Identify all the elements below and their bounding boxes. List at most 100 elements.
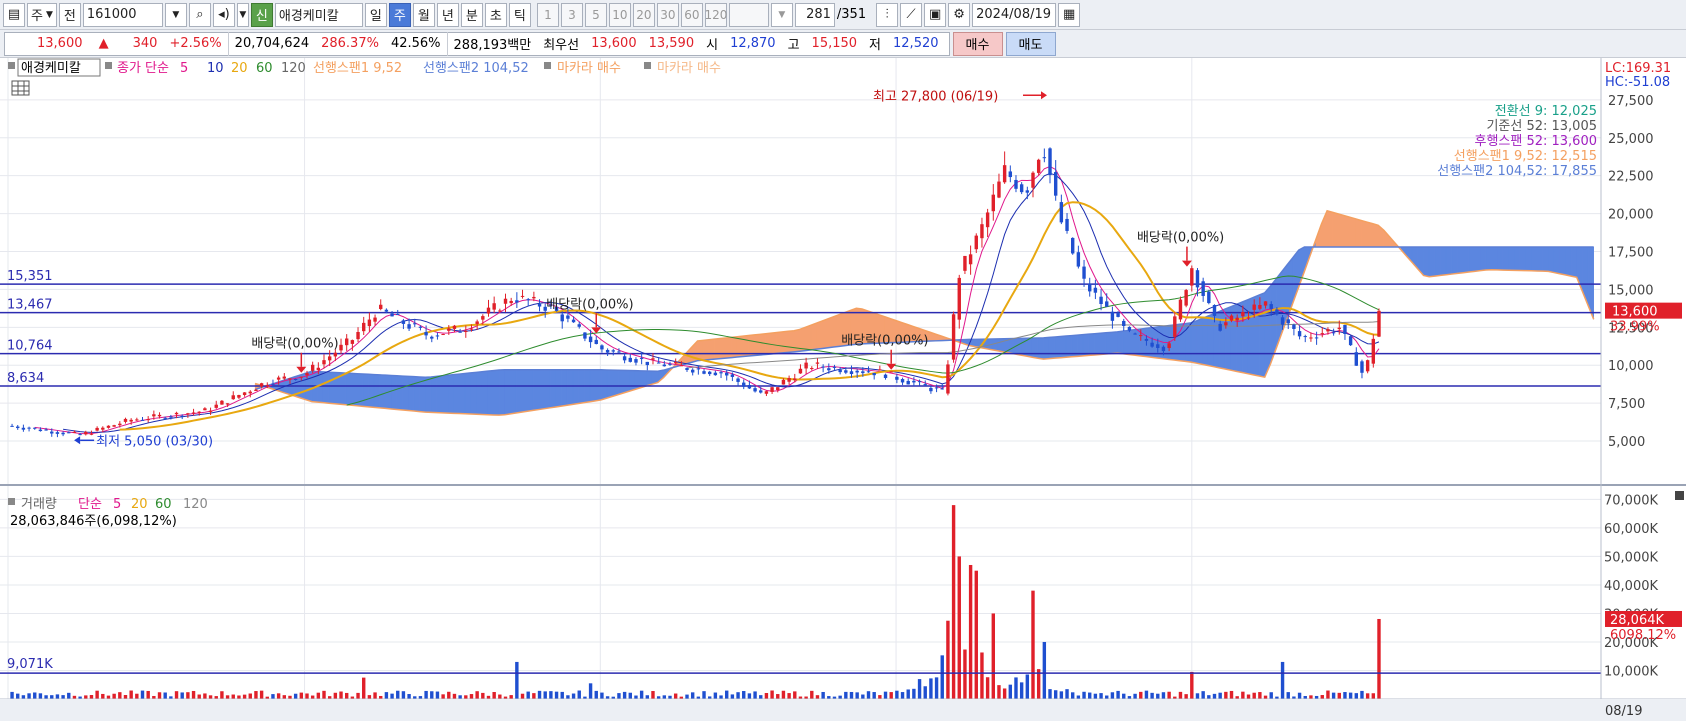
period-tab-5[interactable]: 초 xyxy=(484,2,507,27)
cloud-segment xyxy=(504,369,511,416)
period-tab-6[interactable]: 틱 xyxy=(508,2,531,27)
custom-interval-dropdown-icon[interactable]: ▼ xyxy=(770,2,793,27)
period-tab-3[interactable]: 년 xyxy=(436,2,459,27)
candle-body xyxy=(872,372,876,376)
cloud-segment xyxy=(351,373,358,407)
volume-bar xyxy=(1207,695,1211,699)
volume-bar xyxy=(276,693,281,699)
interval-button-1[interactable]: 3 xyxy=(560,2,583,27)
layout-icon[interactable]: ▤ xyxy=(3,2,25,27)
volume-bar xyxy=(770,690,774,699)
volume-legend-name: 거래량 xyxy=(21,497,57,512)
save-icon[interactable]: ▣ xyxy=(924,2,947,27)
candle-body xyxy=(1348,336,1353,346)
candle-body xyxy=(759,390,763,393)
hc-label: HC:-51.08 xyxy=(1605,75,1670,90)
cloud-segment xyxy=(612,369,619,397)
cloud-segment xyxy=(1122,330,1129,355)
volume-bar xyxy=(662,695,667,699)
volume-bar xyxy=(225,695,230,699)
prev-button[interactable]: 전 xyxy=(58,2,81,27)
volume-bar xyxy=(452,693,457,699)
candle-body xyxy=(810,368,814,370)
sell-button[interactable]: 매도 xyxy=(1005,31,1056,56)
volume-bar xyxy=(424,690,428,699)
search-icon[interactable]: ⌕ xyxy=(188,2,211,27)
volume-bar xyxy=(163,692,167,699)
interval-button-7[interactable]: 120 xyxy=(704,2,727,27)
period-tab-2[interactable]: 월 xyxy=(412,2,435,27)
period-tab-0[interactable]: 일 xyxy=(364,2,387,27)
count-input[interactable]: 281 xyxy=(794,2,835,27)
candle-body xyxy=(481,316,485,320)
candle-body xyxy=(27,427,31,429)
interval-button-3[interactable]: 10 xyxy=(608,2,631,27)
date-input[interactable]: 2024/08/19 xyxy=(972,2,1057,27)
candle-body xyxy=(191,412,196,414)
candle-body xyxy=(84,431,88,435)
candle-body xyxy=(492,303,496,310)
volume-bar xyxy=(407,694,411,699)
volume-bar xyxy=(742,691,746,699)
turnover-value: 42.56% xyxy=(390,36,441,51)
volume-bar xyxy=(231,694,235,699)
volume-bar xyxy=(997,685,1001,699)
period-tab-4[interactable]: 분 xyxy=(460,2,483,27)
cloud-segment xyxy=(549,369,556,409)
candle-body xyxy=(673,362,678,364)
cloud-segment xyxy=(532,369,539,411)
buy-button[interactable]: 매수 xyxy=(952,31,1003,56)
interval-button-5[interactable]: 30 xyxy=(656,2,679,27)
legend-ma20: 20 xyxy=(231,61,248,76)
candle-type-icon[interactable]: ⫶ xyxy=(876,2,899,27)
volume-bar xyxy=(543,691,547,699)
volume-bar xyxy=(934,677,939,699)
price-tick-label: 25,000 xyxy=(1608,132,1654,147)
candle-body xyxy=(588,336,593,343)
volume-bar xyxy=(384,692,389,699)
period-tab-1[interactable]: 주 xyxy=(388,2,411,27)
table-toggle-icon[interactable] xyxy=(11,80,30,96)
interval-button-6[interactable]: 60 xyxy=(680,2,703,27)
cloud-segment xyxy=(339,372,347,406)
candle-body xyxy=(923,384,927,386)
line-tool-icon[interactable]: ⟋ xyxy=(900,2,923,27)
volume-bar xyxy=(305,693,309,699)
volume-bar xyxy=(554,691,559,699)
speaker-icon[interactable]: ◂) xyxy=(212,2,235,27)
candle-body xyxy=(963,255,967,271)
period-select[interactable]: 주 ▼ xyxy=(27,2,57,27)
volume-bar xyxy=(532,693,536,699)
volume-bar xyxy=(951,505,956,699)
volume-bar xyxy=(16,693,20,699)
candle-body xyxy=(327,356,332,361)
volume-value: 20,704,624 xyxy=(234,36,310,51)
volume-bar xyxy=(254,691,258,699)
stock-chart[interactable]: 15,351 13,467 10,764 8,634 최고 27,800 (06/19… xyxy=(0,58,1686,721)
code-dropdown-icon[interactable]: ▼ xyxy=(164,2,187,27)
gear-icon[interactable]: ⚙ xyxy=(948,2,971,27)
cloud-segment xyxy=(368,374,375,408)
interval-button-4[interactable]: 20 xyxy=(632,2,655,27)
collapse-panel-icon[interactable] xyxy=(1675,491,1684,500)
stock-name-field[interactable]: 애경케미칼 xyxy=(274,2,363,27)
candle-body xyxy=(611,350,615,352)
volume-bar xyxy=(1337,692,1341,699)
speaker-dropdown-icon[interactable]: ▼ xyxy=(236,2,249,27)
cloud-segment xyxy=(617,369,625,395)
cloud-segment xyxy=(436,375,443,414)
custom-interval-input[interactable] xyxy=(728,2,769,27)
volume-bar xyxy=(123,695,128,699)
candle-body xyxy=(1275,309,1279,315)
interval-button-2[interactable]: 5 xyxy=(584,2,607,27)
calendar-icon[interactable]: ▦ xyxy=(1058,2,1081,27)
volume-bar xyxy=(1269,692,1273,699)
cloud-segment xyxy=(476,371,483,415)
candle-body xyxy=(333,352,338,357)
candle-body xyxy=(123,418,128,422)
stock-code-input[interactable]: 161000 xyxy=(82,2,163,27)
candle-body xyxy=(390,313,394,317)
candle-body xyxy=(662,364,667,367)
cloud-segment xyxy=(430,376,437,413)
interval-button-0[interactable]: 1 xyxy=(536,2,559,27)
